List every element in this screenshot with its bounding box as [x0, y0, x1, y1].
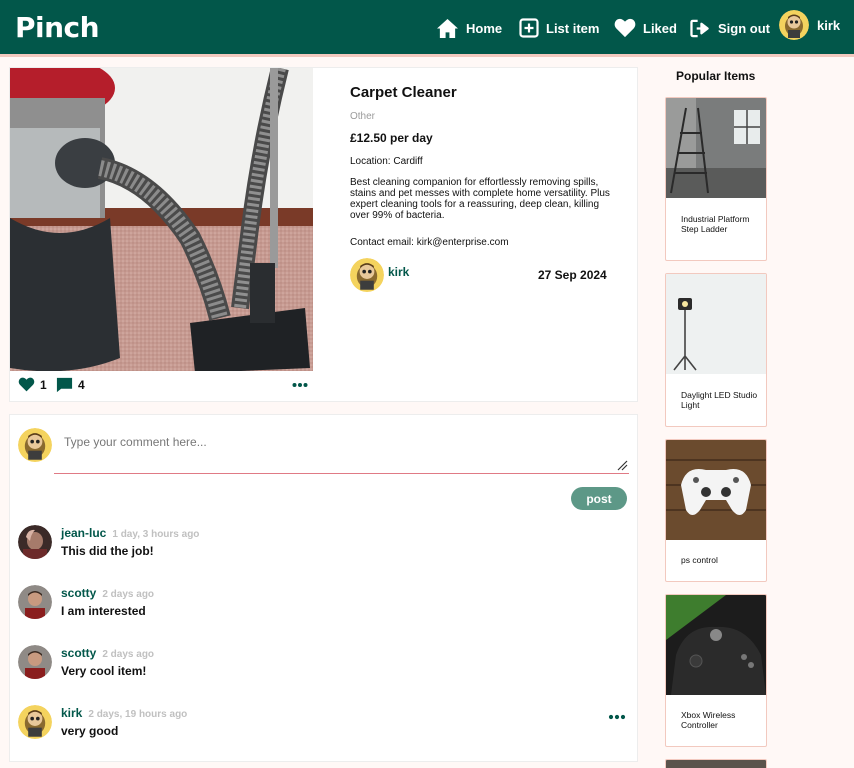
- comment-avatar[interactable]: [18, 525, 52, 559]
- brand-logo[interactable]: Pinch: [15, 11, 100, 44]
- heart-icon: [614, 18, 636, 38]
- item-category: Other: [350, 111, 376, 122]
- item-price: £12.50 per day: [350, 131, 433, 145]
- comment-avatar[interactable]: [18, 645, 52, 679]
- comment-item: jean-luc 1 day, 3 hours ago This did the …: [18, 525, 628, 565]
- nav-list-item[interactable]: List item: [519, 16, 599, 40]
- user-avatar: [779, 10, 809, 40]
- comment-time: 2 days ago: [102, 589, 155, 600]
- item-location: Location: Cardiff: [350, 156, 423, 167]
- nav-liked[interactable]: Liked: [614, 16, 677, 40]
- nav-profile[interactable]: kirk: [779, 10, 841, 40]
- comment-time: 1 day, 3 hours ago: [112, 529, 200, 540]
- popular-item-image: [666, 595, 766, 695]
- heart-icon: [18, 377, 35, 392]
- comments-section: post jean-luc 1 day, 3 hours ago This did…: [9, 414, 638, 762]
- comment-avatar[interactable]: [18, 705, 52, 739]
- comment-author[interactable]: kirk: [61, 706, 82, 720]
- comment-item: kirk 2 days, 19 hours ago very good: [18, 705, 628, 745]
- nav-username: kirk: [817, 17, 841, 33]
- popular-item-image: [666, 440, 766, 540]
- popular-item-card[interactable]: Xbox Wireless Controller: [665, 594, 767, 747]
- popular-item-card[interactable]: ps control: [665, 439, 767, 582]
- nav-sign-out-label: Sign out: [718, 20, 770, 36]
- popular-item-label: Xbox Wireless Controller: [681, 710, 736, 730]
- comment-text: This did the job!: [61, 544, 154, 558]
- comment-text: Very cool item!: [61, 664, 147, 678]
- item-image: [10, 68, 313, 371]
- comment-icon: [56, 377, 73, 393]
- nav-home[interactable]: Home: [436, 16, 502, 40]
- comment-item: scotty 2 days ago I am interested: [18, 585, 628, 625]
- post-button[interactable]: post: [571, 487, 627, 510]
- comment-time: 2 days, 19 hours ago: [88, 709, 188, 720]
- home-icon: [437, 18, 458, 38]
- comment-more-button[interactable]: [608, 709, 626, 727]
- popular-item-label: Industrial Platform Step Ladder: [681, 214, 750, 234]
- popular-item-image: [666, 98, 766, 198]
- comment-text: very good: [61, 724, 119, 738]
- owner-avatar: [350, 258, 384, 292]
- owner-name: kirk: [388, 265, 410, 279]
- comment-author[interactable]: scotty: [61, 586, 96, 600]
- nav-home-label: Home: [466, 20, 503, 36]
- comment-item: scotty 2 days ago Very cool item!: [18, 645, 628, 685]
- item-description: Best cleaning companion for effortlessly…: [350, 177, 610, 221]
- popular-item-card[interactable]: Daylight LED Studio Light: [665, 273, 767, 427]
- resize-grip-icon[interactable]: [616, 459, 628, 471]
- comment-avatar[interactable]: [18, 585, 52, 619]
- item-more-button[interactable]: [292, 376, 308, 397]
- sign-out-icon: [690, 19, 709, 37]
- like-count: 1: [40, 377, 47, 392]
- item-card: 1 4 Carpet Cleaner Other £12.50 per day …: [9, 67, 638, 402]
- navbar: Pinch Home List item Liked Sign out kirk: [0, 0, 854, 57]
- comment-button[interactable]: 4: [56, 377, 85, 393]
- comment-author[interactable]: scotty: [61, 646, 96, 660]
- popular-item-label: Daylight LED Studio Light: [681, 390, 758, 410]
- comment-count: 4: [78, 378, 85, 392]
- comment-input[interactable]: [54, 427, 629, 474]
- popular-item-image: [666, 760, 766, 768]
- popular-item-label: ps control: [681, 555, 718, 565]
- popular-item-image: [666, 274, 766, 374]
- item-owner[interactable]: kirk: [350, 258, 409, 292]
- item-title: Carpet Cleaner: [350, 84, 457, 101]
- comment-time: 2 days ago: [102, 649, 155, 660]
- item-contact: Contact email: kirk@enterprise.com: [350, 237, 509, 248]
- ellipsis-icon: [608, 714, 626, 720]
- comment-author[interactable]: jean-luc: [61, 526, 106, 540]
- comment-text: I am interested: [61, 604, 146, 618]
- plus-square-icon: [519, 18, 539, 38]
- comment-form-avatar: [18, 428, 52, 462]
- item-date: 27 Sep 2024: [538, 268, 607, 282]
- popular-item-card[interactable]: Industrial Platform Step Ladder: [665, 97, 767, 261]
- nav-sign-out[interactable]: Sign out: [690, 16, 770, 40]
- popular-item-card[interactable]: [665, 759, 767, 768]
- nav-list-item-label: List item: [546, 20, 600, 36]
- item-actions: 1 4: [18, 376, 308, 396]
- nav-liked-label: Liked: [643, 20, 677, 36]
- popular-items-title: Popular Items: [676, 69, 756, 83]
- ellipsis-icon: [292, 383, 308, 387]
- like-button[interactable]: 1: [18, 377, 47, 392]
